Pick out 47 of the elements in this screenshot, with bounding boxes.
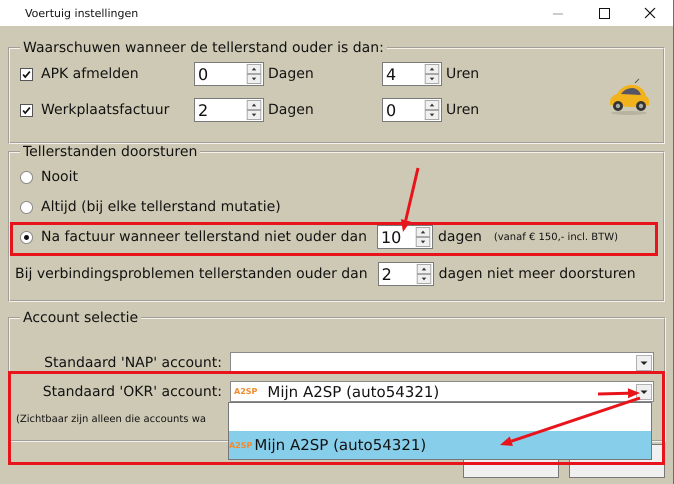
group-title: Waarschuwen wanneer de tellerstand ouder is dan: bbox=[22, 40, 385, 56]
unit-label: dagen bbox=[438, 229, 482, 245]
group-title: Account selectie bbox=[22, 310, 140, 326]
dropdown-button[interactable] bbox=[636, 354, 652, 370]
car-icon bbox=[607, 78, 651, 116]
spin-field[interactable]: 2 bbox=[194, 98, 264, 122]
hint-text: (Zichtbaar zijn alleen die accounts wa bbox=[16, 414, 207, 425]
field-label: Standaard 'OKR' account: bbox=[42, 384, 223, 400]
annotation-arrow bbox=[400, 168, 420, 232]
close-icon[interactable] bbox=[642, 6, 658, 20]
radio-button[interactable] bbox=[20, 170, 33, 184]
dropdown-field[interactable] bbox=[230, 352, 654, 373]
dropdown-button[interactable] bbox=[636, 384, 652, 400]
unit-label: dagen niet meer doorsturen bbox=[438, 266, 636, 282]
radio-button[interactable] bbox=[20, 200, 33, 214]
spin-field[interactable]: 0 bbox=[194, 62, 264, 86]
spinner-icon[interactable] bbox=[414, 227, 431, 247]
spinner-icon[interactable] bbox=[246, 100, 262, 120]
checkbox[interactable] bbox=[20, 104, 33, 116]
radio-label: Na factuur wanneer tellerstand niet ouder dan bbox=[41, 229, 367, 245]
spinner-icon[interactable] bbox=[424, 100, 440, 120]
checkbox-label: Werkplaatsfactuur bbox=[41, 102, 170, 118]
radio-label: Altijd (bij elke tellerstand mutatie) bbox=[41, 199, 281, 215]
unit-label: Dagen bbox=[268, 66, 315, 82]
unit-label: Dagen bbox=[268, 102, 315, 118]
unit-label: Uren bbox=[446, 102, 480, 118]
spin-field[interactable]: 0 bbox=[382, 98, 442, 122]
logo: A2SP bbox=[234, 387, 258, 396]
group-title: Tellerstanden doorsturen bbox=[22, 144, 198, 160]
maximize-icon[interactable] bbox=[596, 6, 612, 20]
radio-button[interactable] bbox=[20, 230, 33, 244]
limit-label: Bij verbindingsproblemen tellerstanden ouder dan bbox=[15, 266, 368, 282]
checkbox-label: APK afmelden bbox=[41, 66, 139, 82]
price-note: (vanaf € 150,- incl. BTW) bbox=[494, 232, 618, 242]
spin-field[interactable]: 4 bbox=[382, 62, 442, 86]
field-label: Standaard 'NAP' account: bbox=[43, 354, 223, 370]
spin-field[interactable]: 2 bbox=[378, 262, 434, 286]
dropdown-field[interactable]: A2SP Mijn A2SP (auto54321) bbox=[230, 381, 654, 402]
radio-label: Nooit bbox=[41, 169, 78, 185]
unit-label: Uren bbox=[446, 66, 480, 82]
spinner-icon[interactable] bbox=[424, 64, 440, 84]
checkbox[interactable] bbox=[20, 68, 33, 80]
spinner-icon[interactable] bbox=[246, 64, 262, 84]
window-title: Voertuig instellingen bbox=[25, 6, 138, 20]
spinner-icon[interactable] bbox=[416, 264, 432, 284]
spin-field[interactable]: 10 bbox=[376, 225, 433, 249]
logo: A2SP bbox=[229, 440, 252, 450]
